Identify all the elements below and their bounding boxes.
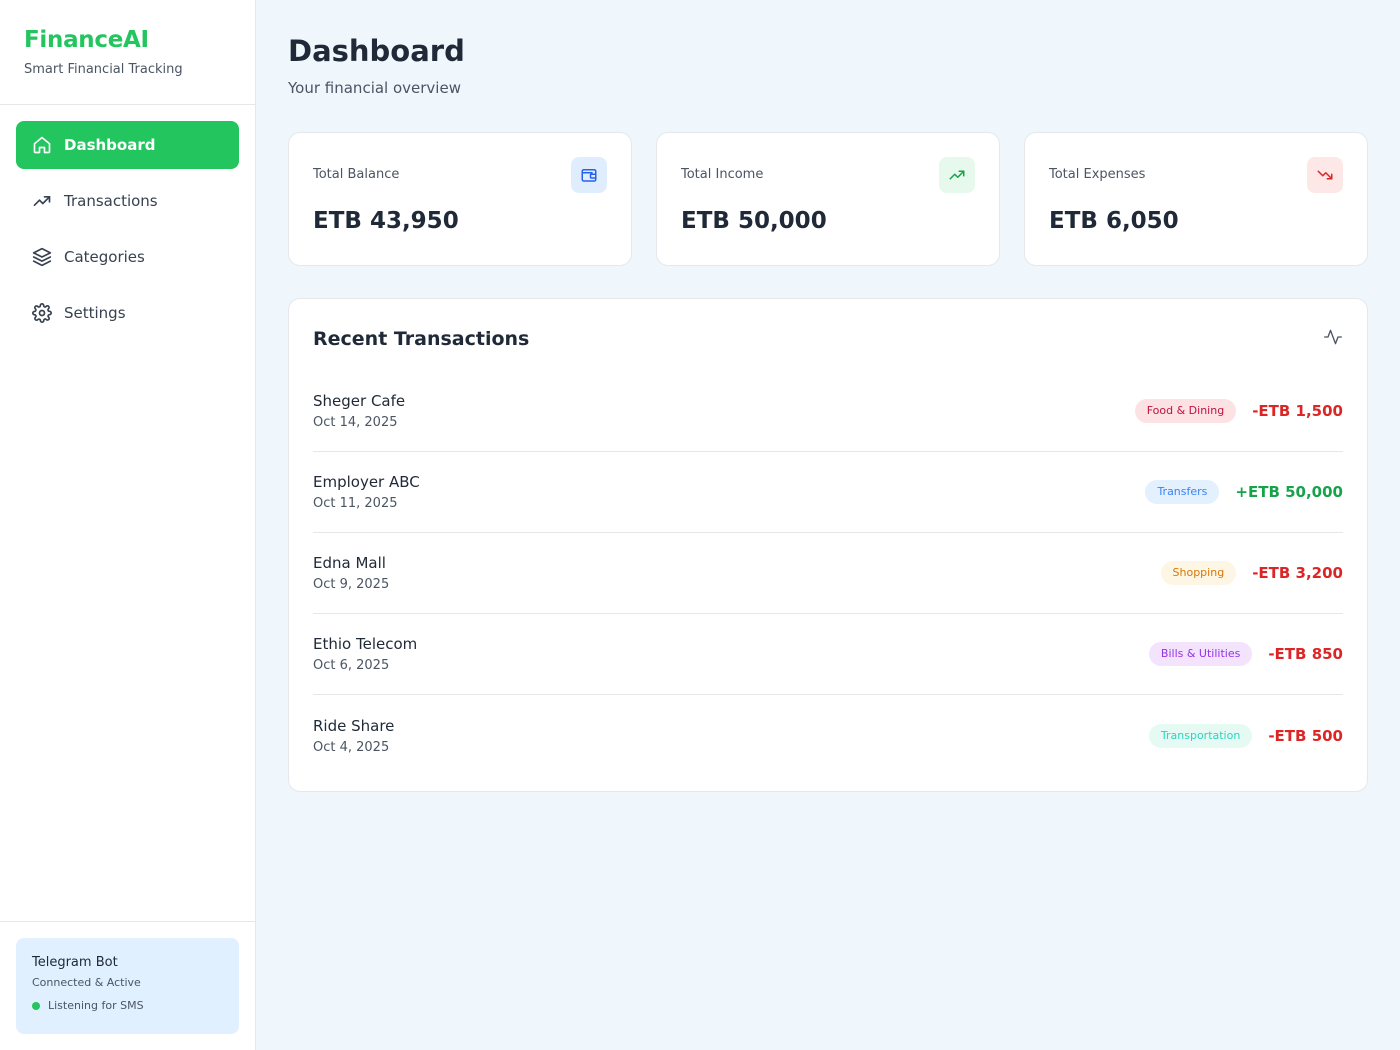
trending-up-icon	[939, 157, 975, 193]
category-badge: Transportation	[1148, 723, 1253, 748]
stat-value: ETB 6,050	[1049, 208, 1179, 234]
category-badge: Transfers	[1145, 480, 1220, 504]
transaction-name: Employer ABC	[313, 473, 420, 491]
page-subtitle: Your financial overview	[288, 79, 461, 97]
transaction-meta: Transfers +ETB 50,000	[1145, 480, 1343, 504]
bot-title: Telegram Bot	[32, 955, 118, 970]
category-badge: Shopping	[1160, 561, 1237, 585]
transaction-amount: -ETB 3,200	[1252, 564, 1343, 582]
transaction-date: Oct 4, 2025	[313, 739, 390, 755]
stat-card-total-income: Total Income ETB 50,000	[656, 132, 1000, 266]
main-content: Dashboard Your financial overview Total …	[288, 0, 1368, 792]
brand-title: FinanceAI	[24, 27, 149, 53]
bot-subtitle: Connected & Active	[32, 976, 141, 989]
transaction-info: Ethio Telecom Oct 6, 2025	[313, 634, 417, 674]
transaction-date: Oct 14, 2025	[313, 415, 398, 430]
recent-transactions-card: Recent Transactions Sheger Cafe Oct 14, …	[288, 298, 1368, 792]
sidebar-footer: Telegram Bot Connected & Active Listenin…	[0, 921, 255, 1050]
transaction-info: Employer ABC Oct 11, 2025	[313, 472, 420, 512]
transaction-info: Ride Share Oct 4, 2025	[313, 716, 394, 756]
table-row[interactable]: Edna Mall Oct 9, 2025 Shopping -ETB 3,20…	[313, 533, 1343, 614]
stat-card-total-balance: Total Balance ETB 43,950	[288, 132, 632, 266]
transaction-date: Oct 11, 2025	[313, 496, 398, 511]
sidebar-item-label: Dashboard	[64, 136, 156, 154]
page-title: Dashboard	[288, 34, 465, 68]
transaction-meta: Food & Dining -ETB 1,500	[1134, 399, 1343, 423]
sidebar-nav: Dashboard Transactions Categories Settin…	[0, 105, 255, 337]
table-row[interactable]: Ride Share Oct 4, 2025 Transportation -E…	[313, 695, 1343, 776]
stat-label: Total Balance	[313, 167, 400, 182]
transaction-amount: -ETB 1,500	[1252, 402, 1343, 420]
transaction-amount: +ETB 50,000	[1235, 483, 1343, 501]
transaction-amount: -ETB 500	[1268, 726, 1343, 745]
sidebar-item-transactions[interactable]: Transactions	[16, 177, 239, 225]
transaction-date: Oct 6, 2025	[313, 658, 390, 673]
sidebar-item-settings[interactable]: Settings	[16, 289, 239, 337]
transaction-meta: Shopping -ETB 3,200	[1160, 561, 1343, 585]
brand: FinanceAI Smart Financial Tracking	[0, 0, 255, 105]
stat-label: Total Income	[681, 167, 764, 182]
transaction-info: Edna Mall Oct 9, 2025	[313, 553, 389, 593]
transaction-name: Sheger Cafe	[313, 392, 406, 410]
trending-down-icon	[1307, 157, 1343, 193]
transaction-list: Sheger Cafe Oct 14, 2025 Food & Dining -…	[313, 371, 1343, 776]
brand-subtitle: Smart Financial Tracking	[24, 62, 183, 77]
sidebar-item-label: Settings	[64, 304, 126, 322]
transaction-info: Sheger Cafe Oct 14, 2025	[313, 391, 405, 431]
stat-value: ETB 43,950	[313, 208, 459, 234]
table-row[interactable]: Employer ABC Oct 11, 2025 Transfers +ETB…	[313, 452, 1343, 533]
sidebar-item-label: Categories	[64, 248, 145, 266]
transaction-meta: Transportation -ETB 500	[1148, 723, 1343, 748]
transaction-meta: Bills & Utilities -ETB 850	[1148, 642, 1343, 666]
wallet-icon	[571, 157, 607, 193]
sidebar-item-label: Transactions	[64, 192, 158, 210]
gear-icon	[32, 303, 52, 323]
category-badge: Food & Dining	[1134, 399, 1237, 423]
transaction-date: Oct 9, 2025	[313, 577, 390, 592]
table-row[interactable]: Ethio Telecom Oct 6, 2025 Bills & Utilit…	[313, 614, 1343, 695]
sidebar-item-dashboard[interactable]: Dashboard	[16, 121, 239, 169]
bot-status: Listening for SMS	[32, 999, 223, 1013]
stat-card-total-expenses: Total Expenses ETB 6,050	[1024, 132, 1368, 266]
transaction-name: Edna Mall	[313, 554, 386, 572]
category-badge: Bills & Utilities	[1148, 642, 1253, 666]
stats-row: Total Balance ETB 43,950 Total Income ET…	[288, 132, 1368, 266]
stat-label: Total Expenses	[1049, 167, 1146, 182]
transaction-name: Ride Share	[313, 716, 395, 735]
home-icon	[32, 135, 52, 155]
table-row[interactable]: Sheger Cafe Oct 14, 2025 Food & Dining -…	[313, 371, 1343, 452]
status-dot-icon	[32, 1002, 40, 1010]
transaction-name: Ethio Telecom	[313, 635, 418, 653]
sidebar-item-categories[interactable]: Categories	[16, 233, 239, 281]
trending-up-icon	[32, 191, 52, 211]
stat-value: ETB 50,000	[681, 208, 827, 234]
bot-status-text: Listening for SMS	[48, 999, 144, 1012]
sidebar: FinanceAI Smart Financial Tracking Dashb…	[0, 0, 256, 1050]
layers-icon	[32, 247, 52, 267]
transaction-amount: -ETB 850	[1268, 645, 1343, 663]
recent-transactions-title: Recent Transactions	[313, 328, 530, 350]
activity-icon	[1324, 329, 1342, 345]
telegram-bot-card: Telegram Bot Connected & Active Listenin…	[16, 938, 239, 1034]
